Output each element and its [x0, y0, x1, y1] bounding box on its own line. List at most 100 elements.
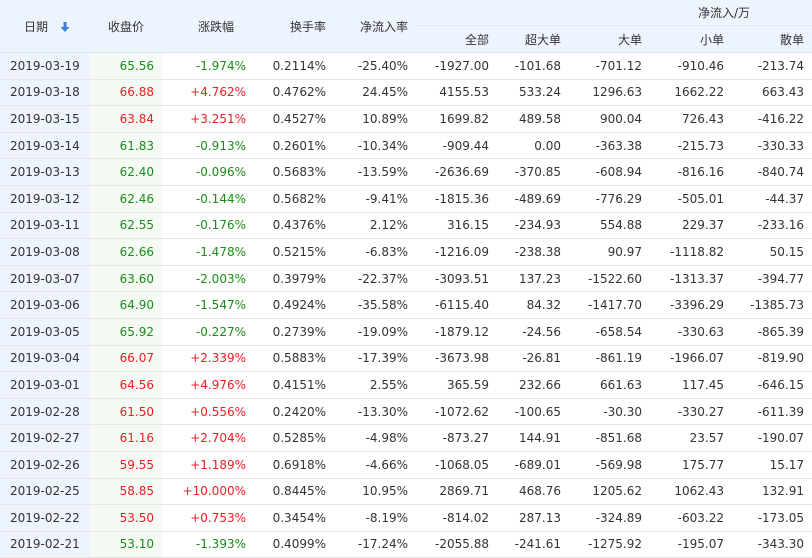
total-cell: -2636.69 — [416, 158, 497, 186]
total-cell: -909.44 — [416, 132, 497, 160]
large-header[interactable]: 大单 — [569, 25, 650, 53]
close-header[interactable]: 收盘价 — [90, 0, 162, 53]
net-inflow-group-header: 净流入/万 — [416, 0, 812, 26]
retail-cell: 132.91 — [732, 478, 812, 506]
net-rate-cell: -13.59% — [334, 158, 416, 186]
small-cell: 1062.43 — [650, 478, 732, 506]
change-cell: +2.339% — [162, 345, 254, 373]
super-large-cell: -689.01 — [497, 451, 569, 479]
retail-cell: -611.39 — [732, 398, 812, 426]
small-cell: 1662.22 — [650, 79, 732, 107]
total-cell: -3093.51 — [416, 265, 497, 293]
table-row[interactable]: 2019-02-22 53.50 +0.753% 0.3454% -8.19% -814.… — [0, 504, 812, 532]
net-rate-cell: 10.89% — [334, 105, 416, 133]
change-cell: -1.974% — [162, 52, 254, 80]
close-cell: 61.50 — [90, 398, 162, 426]
table-row[interactable]: 2019-03-08 62.66 -1.478% 0.5215% -6.83% -1216… — [0, 238, 812, 266]
table-row[interactable]: 2019-02-27 61.16 +2.704% 0.5285% -4.98% -873.… — [0, 424, 812, 452]
table-row[interactable]: 2019-03-13 62.40 -0.096% 0.5683% -13.59% -263… — [0, 158, 812, 186]
change-cell: -1.547% — [162, 291, 254, 319]
retail-cell: -819.90 — [732, 345, 812, 373]
table-row[interactable]: 2019-02-25 58.85 +10.000% 0.8445% 10.95% 2869… — [0, 478, 812, 506]
total-header[interactable]: 全部 — [416, 25, 497, 53]
table-row[interactable]: 2019-02-28 61.50 +0.556% 0.2420% -13.30% -107… — [0, 398, 812, 426]
net-rate-cell: -6.83% — [334, 238, 416, 266]
retail-cell: -173.05 — [732, 504, 812, 532]
large-cell: -851.68 — [569, 424, 650, 452]
turnover-cell: 0.4376% — [254, 212, 334, 240]
super-large-header[interactable]: 超大单 — [497, 25, 569, 53]
table-row[interactable]: 2019-03-04 66.07 +2.339% 0.5883% -17.39% -367… — [0, 345, 812, 373]
net-rate-cell: -25.40% — [334, 52, 416, 80]
table-row[interactable]: 2019-03-15 63.84 +3.251% 0.4527% 10.89% 1699.… — [0, 105, 812, 133]
table-row[interactable]: 2019-03-11 62.55 -0.176% 0.4376% 2.12% 316.15… — [0, 212, 812, 240]
date-cell: 2019-02-22 — [0, 504, 90, 532]
net-rate-cell: 10.95% — [334, 478, 416, 506]
table-row[interactable]: 2019-03-14 61.83 -0.913% 0.2601% -10.34% -909… — [0, 132, 812, 160]
large-cell: 1205.62 — [569, 478, 650, 506]
date-cell: 2019-03-15 — [0, 105, 90, 133]
total-cell: 2869.71 — [416, 478, 497, 506]
small-header[interactable]: 小单 — [650, 25, 732, 53]
date-cell: 2019-03-11 — [0, 212, 90, 240]
turnover-header[interactable]: 换手率 — [254, 0, 334, 53]
table-row[interactable]: 2019-03-06 64.90 -1.547% 0.4924% -35.58% -611… — [0, 291, 812, 319]
fund-flow-table: 日期 收盘价 涨跌幅 换手率 净流入率 净流入/万 全部 超大单 大单 小单 散… — [0, 0, 812, 558]
change-cell: +3.251% — [162, 105, 254, 133]
table-row[interactable]: 2019-03-05 65.92 -0.227% 0.2739% -19.09% -187… — [0, 318, 812, 346]
turnover-cell: 0.2601% — [254, 132, 334, 160]
retail-cell: 50.15 — [732, 238, 812, 266]
change-header[interactable]: 涨跌幅 — [162, 0, 254, 53]
table-row[interactable]: 2019-03-01 64.56 +4.976% 0.4151% 2.55% 365.59… — [0, 371, 812, 399]
super-large-cell: -489.69 — [497, 185, 569, 213]
retail-cell: 663.43 — [732, 79, 812, 107]
super-large-cell: -370.85 — [497, 158, 569, 186]
retail-cell: -394.77 — [732, 265, 812, 293]
net-rate-header[interactable]: 净流入率 — [334, 0, 416, 53]
change-cell: -2.003% — [162, 265, 254, 293]
large-cell: -324.89 — [569, 504, 650, 532]
large-cell: 554.88 — [569, 212, 650, 240]
super-large-cell: -238.38 — [497, 238, 569, 266]
table-row[interactable]: 2019-03-07 63.60 -2.003% 0.3979% -22.37% -309… — [0, 265, 812, 293]
change-cell: -1.478% — [162, 238, 254, 266]
super-large-cell: 287.13 — [497, 504, 569, 532]
retail-cell: 15.17 — [732, 451, 812, 479]
close-cell: 53.10 — [90, 531, 162, 558]
turnover-cell: 0.5285% — [254, 424, 334, 452]
change-cell: +4.762% — [162, 79, 254, 107]
table-row[interactable]: 2019-02-26 59.55 +1.189% 0.6918% -4.66% -1068… — [0, 451, 812, 479]
large-cell: -30.30 — [569, 398, 650, 426]
retail-cell: -865.39 — [732, 318, 812, 346]
small-cell: -330.27 — [650, 398, 732, 426]
table-row[interactable]: 2019-03-19 65.56 -1.974% 0.2114% -25.40% -192… — [0, 52, 812, 80]
table-row[interactable]: 2019-03-12 62.46 -0.144% 0.5682% -9.41% -1815… — [0, 185, 812, 213]
small-cell: 23.57 — [650, 424, 732, 452]
total-cell: -2055.88 — [416, 531, 497, 558]
large-cell: 661.63 — [569, 371, 650, 399]
change-cell: -1.393% — [162, 531, 254, 558]
net-rate-cell: -13.30% — [334, 398, 416, 426]
large-cell: -701.12 — [569, 52, 650, 80]
total-cell: 316.15 — [416, 212, 497, 240]
close-cell: 63.84 — [90, 105, 162, 133]
super-large-cell: 144.91 — [497, 424, 569, 452]
date-cell: 2019-03-04 — [0, 345, 90, 373]
change-cell: +1.189% — [162, 451, 254, 479]
large-cell: -608.94 — [569, 158, 650, 186]
date-header[interactable]: 日期 — [0, 0, 90, 53]
small-cell: -3396.29 — [650, 291, 732, 319]
turnover-cell: 0.4924% — [254, 291, 334, 319]
date-cell: 2019-03-08 — [0, 238, 90, 266]
table-row[interactable]: 2019-02-21 53.10 -1.393% 0.4099% -17.24% -205… — [0, 531, 812, 558]
net-rate-cell: -9.41% — [334, 185, 416, 213]
table-row[interactable]: 2019-03-18 66.88 +4.762% 0.4762% 24.45% 4155.… — [0, 79, 812, 107]
total-cell: -1216.09 — [416, 238, 497, 266]
small-cell: 117.45 — [650, 371, 732, 399]
retail-cell: -233.16 — [732, 212, 812, 240]
net-rate-cell: -22.37% — [334, 265, 416, 293]
date-cell: 2019-03-12 — [0, 185, 90, 213]
retail-header[interactable]: 散单 — [732, 25, 812, 53]
arrow-down-icon[interactable] — [60, 21, 70, 32]
super-large-cell: 84.32 — [497, 291, 569, 319]
